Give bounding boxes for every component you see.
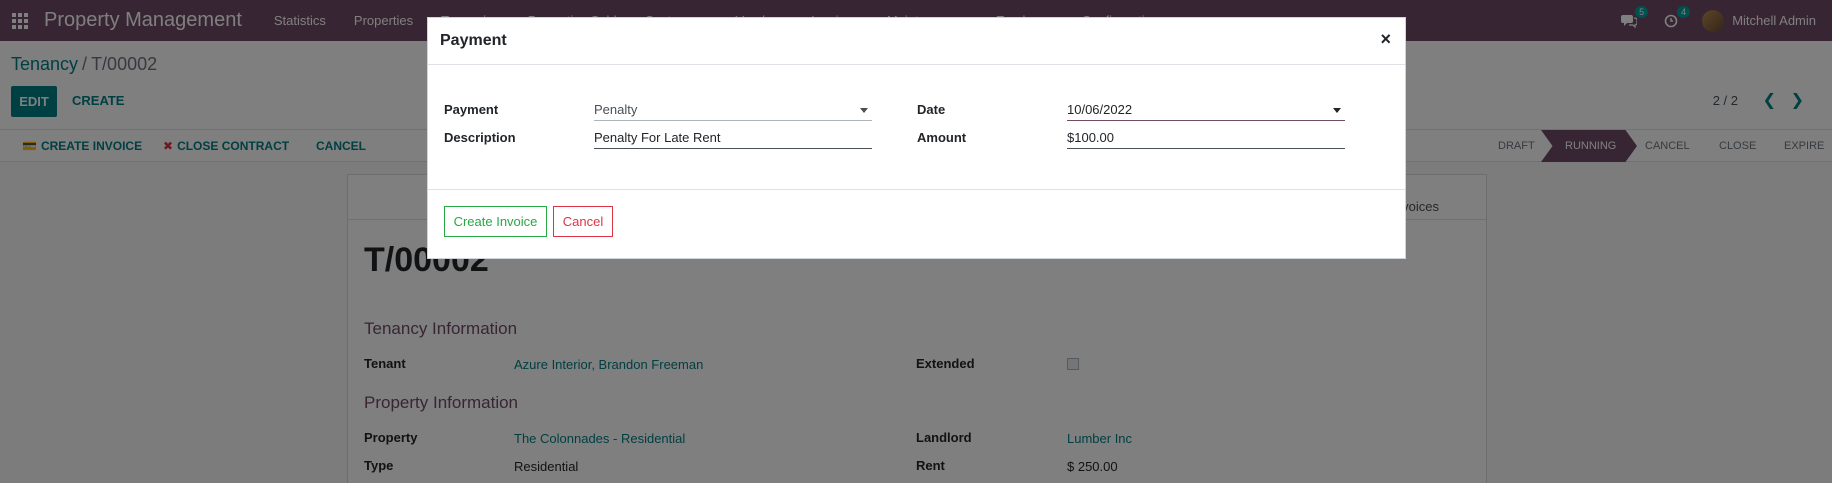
dialog-footer: Create Invoice Cancel xyxy=(428,189,1405,259)
amount-field-value: $100.00 xyxy=(1067,130,1114,145)
close-icon[interactable]: × xyxy=(1380,29,1391,50)
amount-field[interactable]: $100.00 xyxy=(1067,127,1345,149)
description-field[interactable]: Penalty For Late Rent xyxy=(594,127,872,149)
date-label: Date xyxy=(917,102,946,117)
payment-select[interactable]: Penalty xyxy=(594,99,872,121)
date-field[interactable]: 10/06/2022 xyxy=(1067,99,1345,121)
dialog-cancel-button[interactable]: Cancel xyxy=(553,206,613,237)
date-field-value: 10/06/2022 xyxy=(1067,102,1133,117)
payment-dialog: Payment × Payment Penalty Date 10/06/202… xyxy=(427,17,1406,259)
payment-label: Payment xyxy=(444,102,499,117)
chevron-down-icon xyxy=(1333,108,1341,113)
amount-label: Amount xyxy=(917,130,967,145)
dialog-header: Payment × xyxy=(428,18,1405,65)
dialog-create-invoice-button[interactable]: Create Invoice xyxy=(444,206,547,237)
description-field-value: Penalty For Late Rent xyxy=(594,130,721,145)
chevron-down-icon xyxy=(860,108,868,113)
description-label: Description xyxy=(444,130,516,145)
dialog-title: Payment xyxy=(440,32,507,49)
payment-select-value: Penalty xyxy=(594,102,638,117)
